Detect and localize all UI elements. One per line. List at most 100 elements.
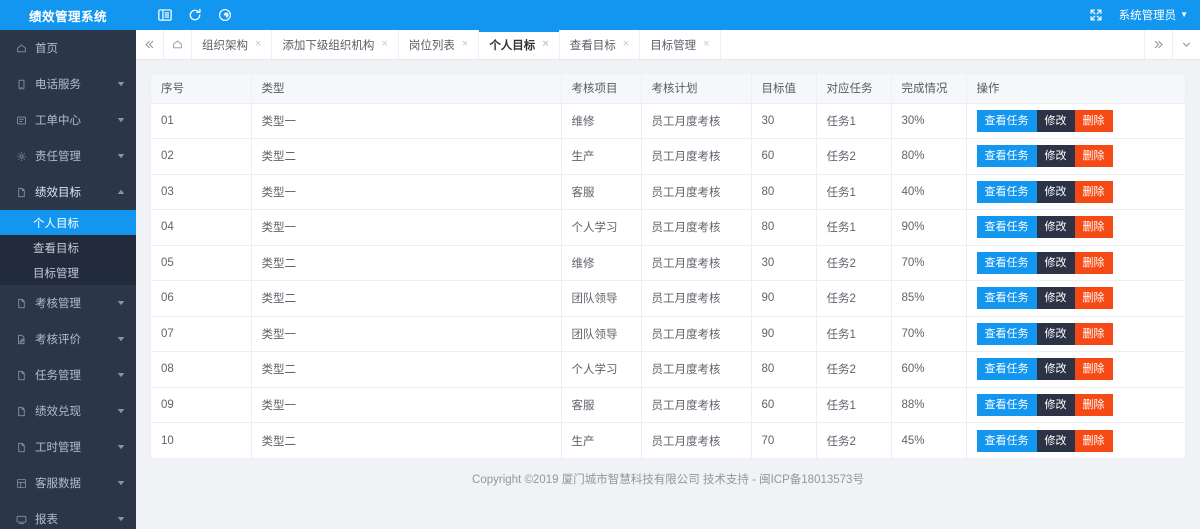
view-task-button[interactable]: 查看任务 xyxy=(977,323,1037,345)
sidebar-item-7[interactable]: 考核评价 xyxy=(0,321,136,357)
tabs-scroll-right-button[interactable] xyxy=(1144,30,1172,59)
cell-task: 任务2 xyxy=(816,281,891,317)
sidebar-item-1[interactable]: 首页 xyxy=(0,30,136,66)
tabs-scroll-left-button[interactable] xyxy=(136,30,164,59)
cell-item: 客服 xyxy=(561,174,641,210)
user-menu[interactable]: 系统管理员 ▼ xyxy=(1119,7,1188,23)
tab-2[interactable]: 添加下级组织机构× xyxy=(272,30,398,59)
view-task-button[interactable]: 查看任务 xyxy=(977,216,1037,238)
theme-icon[interactable] xyxy=(210,0,240,30)
delete-button[interactable]: 删除 xyxy=(1075,323,1113,345)
sidebar-submenu: 个人目标查看目标目标管理 xyxy=(0,210,136,285)
delete-button[interactable]: 删除 xyxy=(1075,110,1113,132)
chevron-down-icon: ▼ xyxy=(1180,11,1188,19)
sidebar-item-12[interactable]: 报表 xyxy=(0,501,136,529)
sidebar-item-11[interactable]: 客服数据 xyxy=(0,465,136,501)
view-task-button[interactable]: 查看任务 xyxy=(977,252,1037,274)
tabs-home-button[interactable] xyxy=(164,30,192,59)
view-task-button[interactable]: 查看任务 xyxy=(977,394,1037,416)
view-task-button[interactable]: 查看任务 xyxy=(977,181,1037,203)
tab-3[interactable]: 岗位列表 × xyxy=(399,30,479,59)
tab-4[interactable]: 个人目标× xyxy=(479,30,559,59)
sidebar-item-6[interactable]: 考核管理 xyxy=(0,285,136,321)
tab-close-icon[interactable]: × xyxy=(255,39,261,50)
table-row: 03类型一客服员工月度考核80任务140%查看任务修改删除 xyxy=(151,174,1185,210)
tab-close-icon[interactable]: × xyxy=(462,39,468,50)
sidebar-subitem-label: 个人目标 xyxy=(33,215,79,231)
cell-idx: 04 xyxy=(151,210,251,246)
cell-idx: 05 xyxy=(151,245,251,281)
delete-button[interactable]: 删除 xyxy=(1075,287,1113,309)
sidebar-subitem-3[interactable]: 目标管理 xyxy=(0,260,136,285)
cell-task: 任务2 xyxy=(816,352,891,388)
sidebar-item-label: 绩效兑现 xyxy=(35,403,116,419)
tab-close-icon[interactable]: × xyxy=(542,39,548,50)
edit-button[interactable]: 修改 xyxy=(1037,181,1075,203)
view-task-button[interactable]: 查看任务 xyxy=(977,358,1037,380)
cell-task: 任务2 xyxy=(816,423,891,459)
chevron-down-icon xyxy=(116,79,126,89)
sidebar-item-label: 首页 xyxy=(35,40,126,56)
edit-doc-icon xyxy=(14,332,28,346)
document-icon xyxy=(14,296,28,310)
edit-button[interactable]: 修改 xyxy=(1037,358,1075,380)
delete-button[interactable]: 删除 xyxy=(1075,252,1113,274)
copyright-text: Copyright ©2019 厦门城市智慧科技有限公司 技术支持 - 闽ICP… xyxy=(472,471,864,487)
delete-button[interactable]: 删除 xyxy=(1075,430,1113,452)
sidebar-item-9[interactable]: 绩效兑现 xyxy=(0,393,136,429)
chevron-down-icon xyxy=(116,115,126,125)
tab-close-icon[interactable]: × xyxy=(623,39,629,50)
sidebar-item-4[interactable]: 责任管理 xyxy=(0,138,136,174)
chevron-down-icon xyxy=(116,370,126,380)
table-row: 06类型二团队领导员工月度考核90任务285%查看任务修改删除 xyxy=(151,281,1185,317)
sidebar-item-8[interactable]: 任务管理 xyxy=(0,357,136,393)
cell-goal: 90 xyxy=(751,316,816,352)
edit-button[interactable]: 修改 xyxy=(1037,216,1075,238)
cell-plan: 员工月度考核 xyxy=(641,387,751,423)
edit-button[interactable]: 修改 xyxy=(1037,394,1075,416)
menu-fold-icon[interactable] xyxy=(150,0,180,30)
fullscreen-icon[interactable] xyxy=(1081,0,1111,30)
view-task-button[interactable]: 查看任务 xyxy=(977,110,1037,132)
cell-task: 任务1 xyxy=(816,103,891,139)
sidebar-item-2[interactable]: 电话服务 xyxy=(0,66,136,102)
edit-button[interactable]: 修改 xyxy=(1037,323,1075,345)
sidebar-subitem-2[interactable]: 查看目标 xyxy=(0,235,136,260)
tab-6[interactable]: 目标管理× xyxy=(640,30,720,59)
grid-icon xyxy=(14,476,28,490)
view-task-button[interactable]: 查看任务 xyxy=(977,145,1037,167)
tabs-container: 组织架构×添加下级组织机构×岗位列表×个人目标×查看目标×目标管理× xyxy=(192,30,1144,59)
edit-button[interactable]: 修改 xyxy=(1037,430,1075,452)
sidebar-item-5[interactable]: 绩效目标 xyxy=(0,174,136,210)
tab-label: 岗位列表 xyxy=(409,37,455,53)
delete-button[interactable]: 删除 xyxy=(1075,145,1113,167)
delete-button[interactable]: 删除 xyxy=(1075,394,1113,416)
cell-goal: 70 xyxy=(751,423,816,459)
sidebar-subitem-1[interactable]: 个人目标 xyxy=(0,210,136,235)
tab-1[interactable]: 组织架构× xyxy=(192,30,272,59)
sidebar-item-label: 工时管理 xyxy=(35,439,116,455)
edit-button[interactable]: 修改 xyxy=(1037,110,1075,132)
edit-button[interactable]: 修改 xyxy=(1037,145,1075,167)
cell-type: 类型一 xyxy=(251,387,561,423)
edit-button[interactable]: 修改 xyxy=(1037,287,1075,309)
sidebar-item-10[interactable]: 工时管理 xyxy=(0,429,136,465)
tab-close-icon[interactable]: × xyxy=(703,39,709,50)
column-header-6: 对应任务 xyxy=(816,74,891,103)
cell-type: 类型一 xyxy=(251,316,561,352)
tab-5[interactable]: 查看目标× xyxy=(560,30,640,59)
cell-progress: 70% xyxy=(891,316,966,352)
tabs-more-menu-button[interactable] xyxy=(1172,30,1200,59)
row-action-group: 查看任务修改删除 xyxy=(977,145,1113,167)
tab-close-icon[interactable]: × xyxy=(381,39,387,50)
sidebar-item-3[interactable]: 工单中心 xyxy=(0,102,136,138)
cell-plan: 员工月度考核 xyxy=(641,281,751,317)
view-task-button[interactable]: 查看任务 xyxy=(977,287,1037,309)
refresh-icon[interactable] xyxy=(180,0,210,30)
cell-item: 维修 xyxy=(561,103,641,139)
delete-button[interactable]: 删除 xyxy=(1075,216,1113,238)
delete-button[interactable]: 删除 xyxy=(1075,358,1113,380)
delete-button[interactable]: 删除 xyxy=(1075,181,1113,203)
edit-button[interactable]: 修改 xyxy=(1037,252,1075,274)
view-task-button[interactable]: 查看任务 xyxy=(977,430,1037,452)
